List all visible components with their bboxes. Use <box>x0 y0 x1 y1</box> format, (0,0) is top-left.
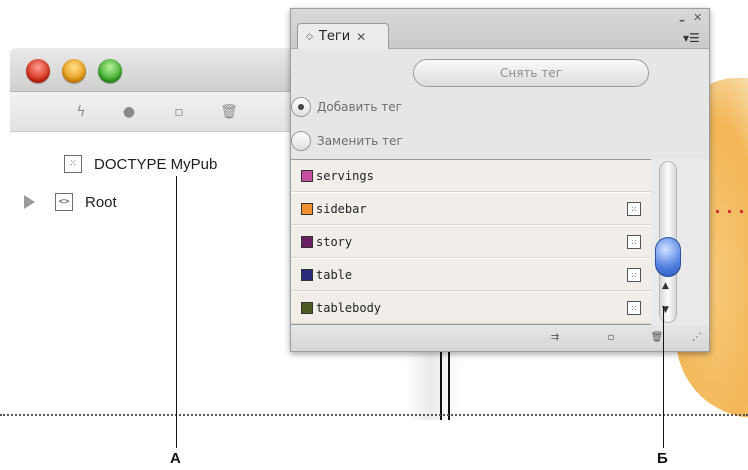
tag-color-swatch <box>301 268 313 281</box>
artwork-dot <box>716 210 719 213</box>
list-item[interactable]: table ⁙ <box>291 259 651 291</box>
replace-tag-label: Заменить тег <box>317 134 403 148</box>
resize-grip-icon[interactable]: ⋰ <box>689 331 705 345</box>
panel-minimize-icon[interactable]: – <box>679 13 685 27</box>
scrollbar[interactable]: ▲ ▼ <box>651 159 709 325</box>
frame-edge-line <box>440 350 442 420</box>
tab-label: Теги <box>318 29 351 44</box>
structure-tree: ⁙ DOCTYPE MyPub <> Root <box>20 152 217 214</box>
tag-name: sidebar <box>316 201 367 216</box>
style-mapping-icon: ⁙ <box>627 268 641 282</box>
record-dot-icon[interactable]: ● <box>120 103 138 121</box>
list-item[interactable]: servings <box>291 160 651 192</box>
panel-header: ◇ Теги ✕ – ✕ ▾☰ <box>291 9 709 49</box>
tree-item-label: Root <box>85 193 117 211</box>
style-mapping-icon: ⁙ <box>627 235 641 249</box>
callout-line-a <box>176 176 177 448</box>
structure-toolbar: ϟ ● ▫ 🗑 <box>10 92 310 132</box>
callout-label-a: А <box>170 450 181 467</box>
new-tag-icon[interactable]: ▫ <box>603 331 619 345</box>
tag-color-swatch <box>301 301 313 314</box>
map-styles-icon[interactable]: ⇉ <box>547 331 563 345</box>
tag-color-swatch <box>301 169 313 182</box>
tag-color-swatch <box>301 202 313 215</box>
artwork-dot <box>728 210 731 213</box>
add-tag-radio[interactable]: Добавить тег <box>291 95 402 119</box>
tree-item-doctype[interactable]: ⁙ DOCTYPE MyPub <box>20 152 217 176</box>
remove-tag-button[interactable]: Снять тег <box>413 59 649 87</box>
layout-frame-edge <box>406 350 466 420</box>
tag-name: tablebody <box>316 300 382 315</box>
trash-icon[interactable]: 🗑 <box>220 103 238 121</box>
scroll-thumb[interactable] <box>655 237 681 277</box>
panel-close-icon[interactable]: ✕ <box>693 11 702 24</box>
list-item[interactable]: tablebody ⁙ <box>291 292 651 324</box>
window-close-button[interactable] <box>26 59 50 83</box>
callout-label-b: Б <box>657 450 668 467</box>
tag-name: servings <box>316 168 374 183</box>
tab-tags[interactable]: ◇ Теги ✕ <box>297 23 389 49</box>
list-item[interactable]: sidebar ⁙ <box>291 193 651 225</box>
tag-name: story <box>316 234 353 249</box>
list-item[interactable]: story ⁙ <box>291 226 651 258</box>
frame-edge-line <box>448 350 450 420</box>
callout-line-b <box>663 306 664 448</box>
tag-name: table <box>316 267 353 282</box>
style-mapping-icon: ⁙ <box>627 301 641 315</box>
disclosure-triangle-icon[interactable] <box>24 195 35 209</box>
lightning-icon[interactable]: ϟ <box>72 103 90 121</box>
doctype-icon: ⁙ <box>64 155 82 173</box>
tag-list: servings sidebar ⁙ story ⁙ table ⁙ table… <box>291 159 709 325</box>
artwork-dot <box>740 210 743 213</box>
window-minimize-button[interactable] <box>62 59 86 83</box>
radio-selected-icon[interactable] <box>291 97 311 117</box>
panel-footer: ⇉ ▫ 🗑 ⋰ <box>291 325 709 351</box>
scroll-up-arrow-icon[interactable]: ▲ <box>662 281 669 291</box>
window-titlebar <box>10 48 310 92</box>
new-element-icon[interactable]: ▫ <box>170 103 188 121</box>
tags-panel: ◇ Теги ✕ – ✕ ▾☰ Снять тег Добавить тег З… <box>290 8 710 352</box>
tab-collapse-icon[interactable]: ◇ <box>306 32 313 42</box>
add-tag-label: Добавить тег <box>317 100 402 114</box>
tag-color-swatch <box>301 235 313 248</box>
tab-close-icon[interactable]: ✕ <box>356 30 366 44</box>
tree-item-root[interactable]: <> Root <box>20 190 217 214</box>
remove-tag-label: Снять тег <box>500 66 562 80</box>
radio-unselected-icon[interactable] <box>291 131 311 151</box>
window-zoom-button[interactable] <box>98 59 122 83</box>
guide-line <box>0 414 748 416</box>
element-icon: <> <box>55 193 73 211</box>
tree-item-label: DOCTYPE MyPub <box>94 155 218 173</box>
panel-menu-icon[interactable]: ▾☰ <box>683 31 700 45</box>
style-mapping-icon: ⁙ <box>627 202 641 216</box>
replace-tag-radio[interactable]: Заменить тег <box>291 129 403 153</box>
